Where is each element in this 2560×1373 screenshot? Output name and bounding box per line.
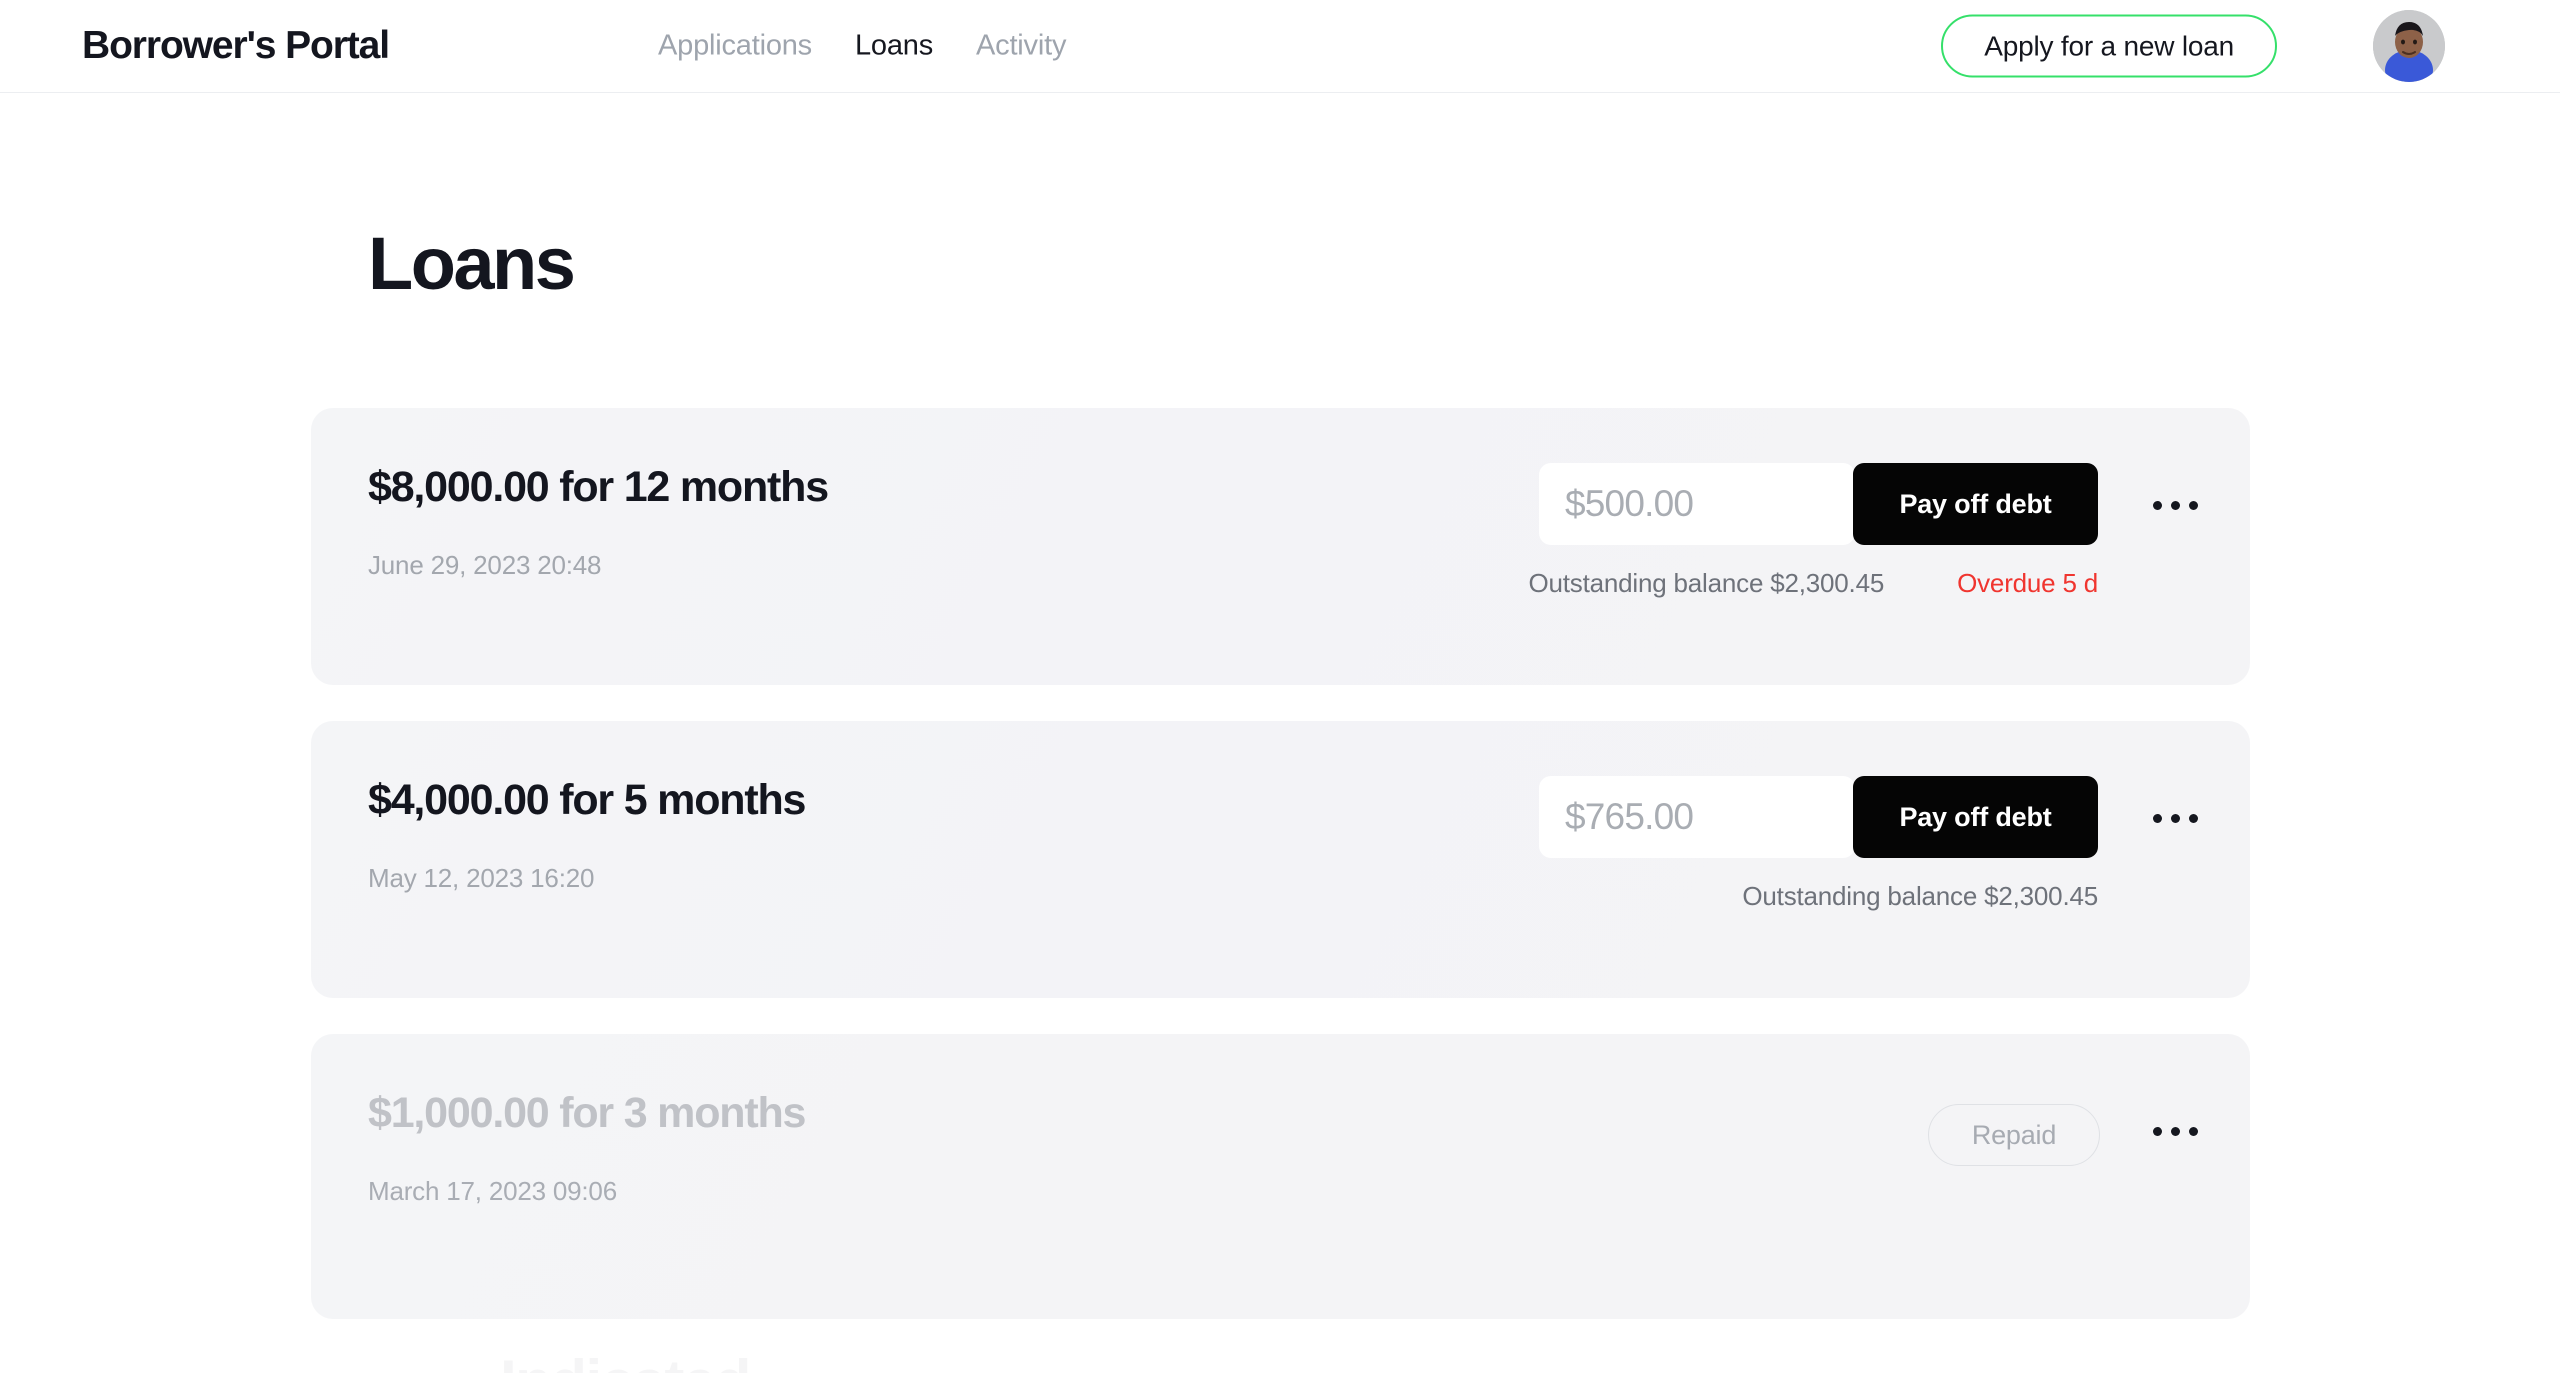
primary-nav: Applications Loans Activity xyxy=(658,30,1066,63)
loan-meta: Outstanding balance $2,300.45 Overdue 5 … xyxy=(1529,568,2099,599)
avatar[interactable] xyxy=(2373,10,2445,82)
page-title: Loans xyxy=(368,222,576,305)
loan-date: June 29, 2023 20:48 xyxy=(368,550,602,580)
more-horizontal-icon[interactable] xyxy=(2145,1115,2205,1147)
more-horizontal-icon[interactable] xyxy=(2145,489,2205,521)
loans-list: $8,000.00 for 12 months June 29, 2023 20… xyxy=(311,408,2250,1355)
nav-item-applications[interactable]: Applications xyxy=(658,30,812,63)
payment-amount-input[interactable] xyxy=(1539,463,1855,545)
loan-amount-title: $4,000.00 for 5 months xyxy=(368,776,806,824)
more-horizontal-icon[interactable] xyxy=(2145,802,2205,834)
loan-meta: Outstanding balance $2,300.45 xyxy=(1742,881,2098,912)
loan-card[interactable]: $1,000.00 for 3 months March 17, 2023 09… xyxy=(311,1034,2250,1319)
loan-date: March 17, 2023 09:06 xyxy=(368,1176,617,1206)
outstanding-balance-label: Outstanding balance $2,300.45 xyxy=(1742,881,2098,911)
user-avatar-photo-icon xyxy=(2373,10,2445,82)
pay-off-debt-button[interactable]: Pay off debt xyxy=(1853,463,2098,545)
outstanding-balance-label: Outstanding balance $2,300.45 xyxy=(1528,568,1885,598)
loan-amount-title: $8,000.00 for 12 months xyxy=(368,463,829,511)
payment-amount-input[interactable] xyxy=(1539,776,1855,858)
loan-date: May 12, 2023 16:20 xyxy=(368,863,595,893)
nav-item-activity[interactable]: Activity xyxy=(976,30,1066,63)
loan-card[interactable]: $4,000.00 for 5 months May 12, 2023 16:2… xyxy=(311,721,2250,998)
nav-item-loans[interactable]: Loans xyxy=(855,30,933,63)
apply-for-new-loan-button[interactable]: Apply for a new loan xyxy=(1941,14,2277,78)
pay-off-debt-button[interactable]: Pay off debt xyxy=(1853,776,2098,858)
main-content: Loans $8,000.00 for 12 months June 29, 2… xyxy=(0,93,2560,1373)
status-badge: Repaid xyxy=(1928,1104,2100,1166)
loan-amount-title: $1,000.00 for 3 months xyxy=(368,1089,806,1137)
app-header: Borrower's Portal Applications Loans Act… xyxy=(0,0,2560,93)
brand-logo[interactable]: Borrower's Portal xyxy=(82,24,390,68)
loan-card[interactable]: $8,000.00 for 12 months June 29, 2023 20… xyxy=(311,408,2250,685)
status-badge: Overdue 5 d xyxy=(1957,568,2098,598)
